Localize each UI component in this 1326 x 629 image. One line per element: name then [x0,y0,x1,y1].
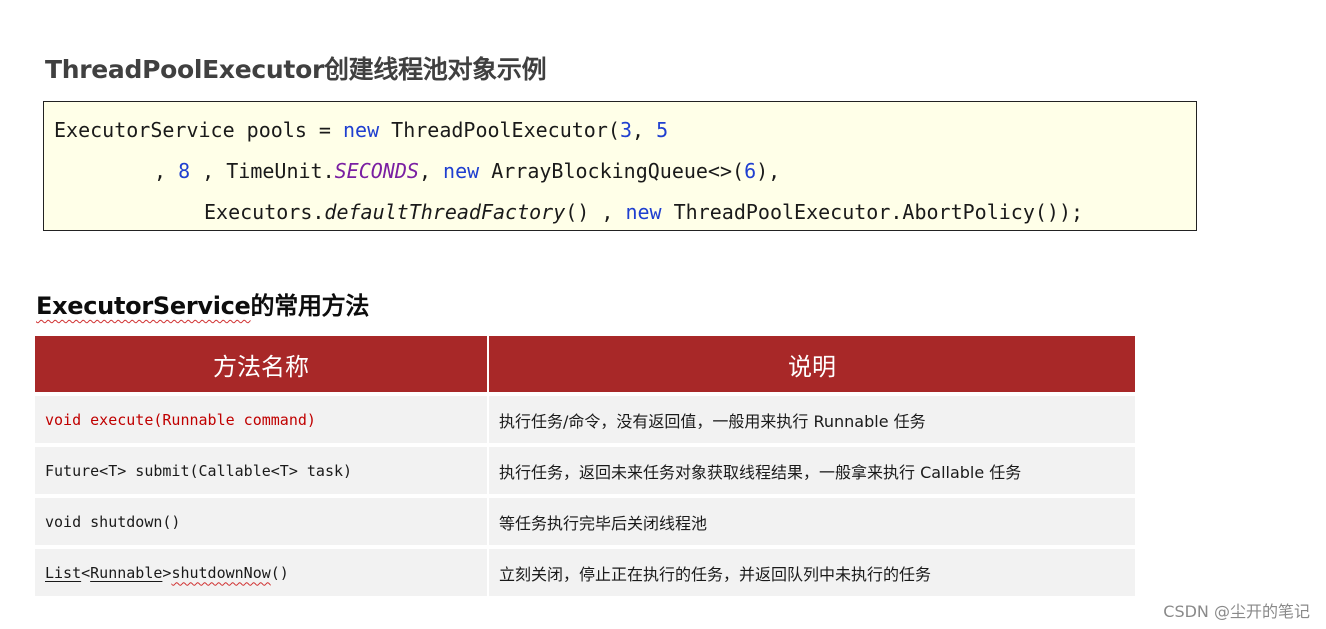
code-text: ExecutorService pools = [54,118,343,142]
code-line-3: Executors.defaultThreadFactory() , new T… [204,200,1083,224]
code-line-1: ExecutorService pools = new ThreadPoolEx… [54,118,668,142]
page: ThreadPoolExecutor创建线程池对象示例 ExecutorServ… [0,0,1326,629]
table-row: void shutdown() 等任务执行完毕后关闭线程池 [35,498,1135,545]
code-keyword: new [443,159,480,183]
code-text: , [154,159,179,183]
section-title-threadpool-example: ThreadPoolExecutor创建线程池对象示例 [45,55,547,84]
code-text: ), [756,159,781,183]
code-text: , [418,159,444,183]
code-number: 6 [744,159,757,183]
description-cell: 执行任务/命令，没有返回值，一般用来执行 Runnable 任务 [499,411,926,431]
watermark: CSDN @尘开的笔记 [1163,602,1310,621]
code-text: ThreadPoolExecutor.AbortPolicy()); [661,200,1084,224]
code-keyword: new [342,118,380,142]
code-keyword: new [625,200,662,224]
code-text: , TimeUnit. [190,159,335,183]
code-constant: SECONDS [334,159,419,183]
method-part: () [270,563,289,582]
method-cell: Future<T> submit(Callable<T> task) [35,447,489,494]
method-cell: void execute(Runnable command) [35,396,489,443]
method-cell: void shutdown() [35,498,489,545]
header-method-name: 方法名称 [35,336,489,392]
method-cell: List < Runnable > shutdownNow() [35,549,489,596]
method-part: < [81,563,91,582]
description-cell: 执行任务，返回未来任务对象获取线程结果，一般拿来执行 Callable 任务 [499,462,1022,482]
description-cell: 立刻关闭，停止正在执行的任务，并返回队列中未执行的任务 [499,564,932,584]
method-part: shutdownNow [171,563,271,582]
code-number: 8 [178,159,191,183]
table-row: Future<T> submit(Callable<T> task) 执行任务，… [35,447,1135,494]
table-row: List < Runnable > shutdownNow() 立刻关闭，停止正在执行… [35,549,1135,596]
section-title-common-methods: ExecutorService的常用方法 [36,286,369,321]
table-header: 方法名称 说明 [35,336,1135,392]
method-part: List [45,563,82,582]
code-text: () , [565,200,626,224]
section-title-en: ExecutorService [36,292,251,320]
code-text: Executors. [204,200,325,224]
code-block: ExecutorService pools = new ThreadPoolEx… [43,101,1197,231]
section-title-cn: 的常用方法 [250,292,370,320]
code-number: 3 [619,118,632,142]
method-part: Runnable [90,563,163,582]
description-cell: 等任务执行完毕后关闭线程池 [499,513,708,533]
methods-table: 方法名称 说明 void execute(Runnable command) 执… [35,336,1135,596]
code-text: , [631,118,657,142]
header-description: 说明 [788,352,836,381]
code-method: defaultThreadFactory [324,200,566,224]
code-text: ThreadPoolExecutor( [379,118,620,142]
table-row: void execute(Runnable command) 执行任务/命令，没… [35,396,1135,443]
code-text: ArrayBlockingQueue<>( [479,159,745,183]
code-number: 5 [656,118,669,142]
method-part: > [162,563,172,582]
code-line-2: , 8 , TimeUnit.SECONDS, new ArrayBlockin… [154,159,780,183]
